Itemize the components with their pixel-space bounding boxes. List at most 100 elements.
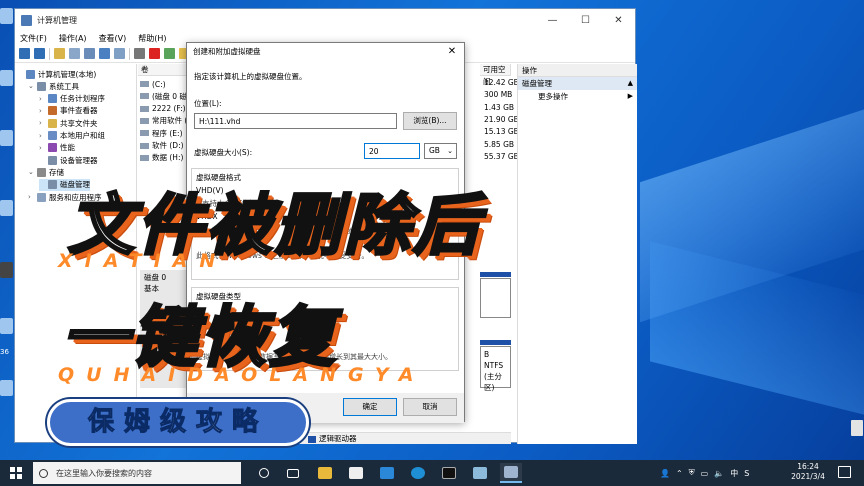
back-icon[interactable] [19,48,30,59]
desktop-icon[interactable] [0,318,13,334]
forward-icon[interactable] [34,48,45,59]
volume-icon[interactable]: 🔈 [714,469,724,478]
taskbar-app-edge[interactable] [407,463,429,483]
volume-row[interactable]: 程序 (E:) [140,127,183,139]
connect-icon[interactable] [134,48,145,59]
tree-item[interactable]: 计算机管理(本地) [17,68,96,80]
input-method-indicator[interactable]: S [744,469,749,478]
browse-button[interactable]: 浏览(B)... [403,112,457,130]
expand-arrow-icon[interactable]: ⌄ [28,82,36,90]
network-icon[interactable]: ▭ [701,469,709,478]
tree-item[interactable]: › 性能 [39,142,75,154]
expand-arrow-icon[interactable]: › [39,132,47,140]
minimize-button[interactable]: — [536,9,569,31]
dialog-titlebar[interactable]: 创建和附加虚拟硬盘 ✕ [187,43,464,61]
volume-free-space: 300 MB [484,90,513,100]
expand-arrow-icon[interactable]: › [39,119,47,127]
start-button[interactable] [10,467,22,479]
tree-node-icon [48,94,57,104]
delete-icon[interactable] [149,48,160,59]
taskbar-search-box[interactable]: 在这里输入你要搜索的内容 [33,462,241,484]
volume-row[interactable]: 软件 (D:) [140,140,184,152]
drive-icon [140,105,149,112]
location-input[interactable] [194,113,397,129]
maximize-button[interactable]: ☐ [569,9,602,31]
desktop-icon[interactable] [0,130,13,146]
partition[interactable] [480,278,511,318]
volume-row[interactable]: 2222 (F:) [140,103,186,115]
tree-item[interactable]: › 共享文件夹 [39,117,98,129]
tree-item[interactable]: › 任务计划程序 [39,93,105,105]
volume-row[interactable]: (C:) [140,78,166,90]
tree-node-icon [37,192,46,202]
tree-item[interactable]: › 事件查看器 [39,105,98,117]
edge-icon [411,467,425,479]
ime-indicator[interactable]: 中 [730,468,738,479]
properties-icon[interactable] [84,48,95,59]
desktop-icon[interactable] [0,380,13,396]
taskbar-app-notes[interactable] [469,463,491,483]
taskbar-app-explorer[interactable] [314,463,336,483]
submenu-arrow-icon: ▶ [627,92,633,100]
desktop-icon-label: 36 [0,348,9,356]
cortana-button[interactable] [253,463,275,483]
taskbar-app-computer-management[interactable] [500,463,522,483]
cancel-button[interactable]: 取消 [403,398,457,416]
more-actions-item[interactable]: 更多操作 ▶ [518,90,637,103]
menu-action[interactable]: 操作(A) [59,33,87,44]
cortana-icon [259,468,269,478]
desktop-icon[interactable] [851,420,863,436]
tree-item[interactable]: ⌄ 系统工具 [28,80,79,92]
taskbar-app-cmd[interactable] [438,463,460,483]
ok-button[interactable]: 确定 [343,398,397,416]
menu-help[interactable]: 帮助(H) [138,33,166,44]
location-label: 位置(L): [194,99,222,108]
actions-section-disk-management[interactable]: 磁盘管理 ▲ [518,77,637,90]
desktop-icon-strip [0,0,14,460]
dialog-close-button[interactable]: ✕ [440,43,464,61]
desktop-icon[interactable] [0,8,13,24]
menu-view[interactable]: 查看(V) [99,33,127,44]
up-folder-icon[interactable] [54,48,65,59]
size-unit-select[interactable]: GB ⌄ [424,143,457,159]
expand-arrow-icon[interactable]: › [39,144,47,152]
size-input[interactable] [364,143,420,159]
volume-free-space: 15.13 GB [484,127,519,137]
windows-logo-icon [10,467,15,472]
expand-arrow-icon[interactable]: › [39,107,47,115]
notification-center-icon[interactable] [838,466,851,478]
volume-row[interactable]: (磁盘 0 磁 [140,90,187,102]
menu-file[interactable]: 文件(F) [20,33,47,44]
volume-row[interactable]: 数据 (H:) [140,152,183,164]
expand-arrow-icon[interactable]: ⌄ [28,168,36,176]
tree-item[interactable]: ⌄ 存储 [28,166,64,178]
show-hide-tree-icon[interactable] [69,48,80,59]
partition-ntfs[interactable]: B NTFS (主分区) [480,346,511,392]
expand-arrow-icon[interactable]: › [28,193,36,201]
terminal-icon [442,467,456,479]
person-icon[interactable]: 👤 [660,469,670,478]
taskbar-app-store[interactable] [345,463,367,483]
overlay-badge-text: 保姆级攻略 [87,407,268,438]
volume-name: 常用软件 ( [152,116,188,126]
desktop-icon[interactable] [0,262,13,278]
taskbar: 在这里输入你要搜索的内容 👤 ⌃ ⛨ ▭ 🔈 中 S 16:24 2021/3/… [0,460,864,486]
chevron-up-icon[interactable]: ⌃ [676,469,683,478]
desktop-icon[interactable] [0,200,13,216]
tree-item[interactable]: › 本地用户和组 [39,130,105,142]
close-button[interactable]: ✕ [602,9,635,31]
volume-row[interactable]: 常用软件 ( [140,115,187,127]
view-icon[interactable] [114,48,125,59]
help-icon[interactable] [99,48,110,59]
task-view-button[interactable] [282,463,304,483]
tree-item[interactable]: 设备管理器 [39,154,98,166]
windows-logo-icon [17,467,22,472]
desktop-icon[interactable] [0,70,13,86]
shield-icon[interactable]: ⛨ [689,468,695,478]
expand-arrow-icon[interactable]: › [39,95,47,103]
column-header-free-space[interactable]: 可用空间 [480,64,511,86]
taskbar-clock[interactable]: 16:24 2021/3/4 [788,462,828,482]
taskbar-app-mail[interactable] [376,463,398,483]
check-icon[interactable] [164,48,175,59]
window-controls: — ☐ ✕ [536,9,635,31]
